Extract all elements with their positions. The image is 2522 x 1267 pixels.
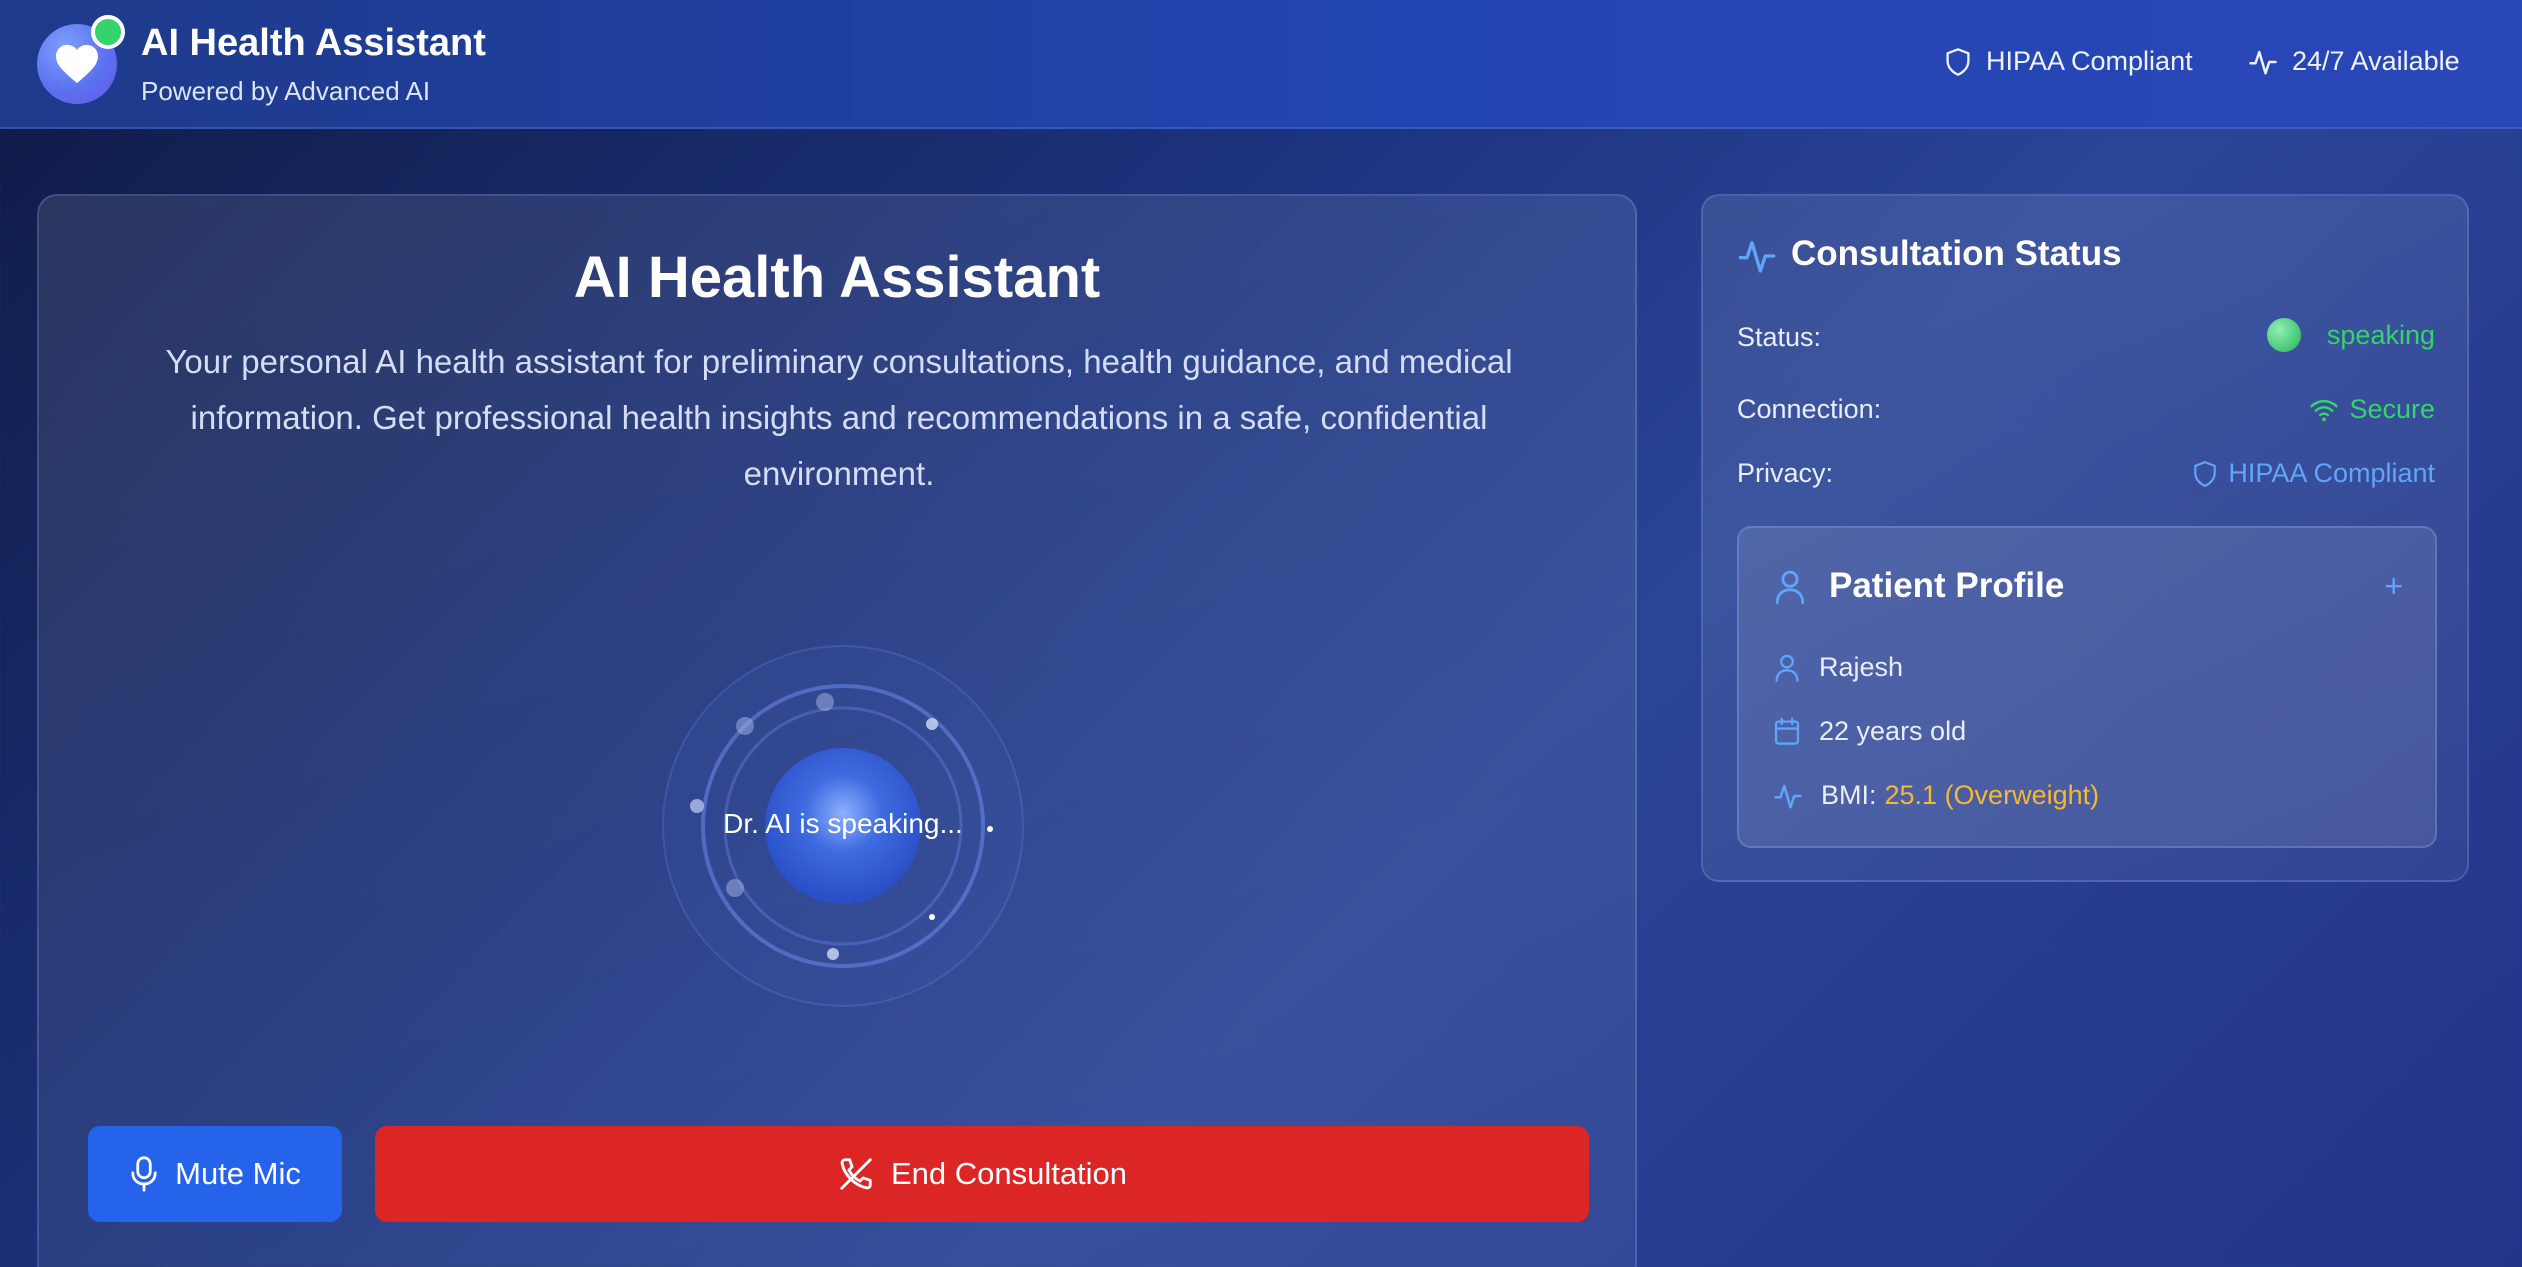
patient-profile-title: Patient Profile xyxy=(1829,566,2065,605)
privacy-label: Privacy: xyxy=(1737,458,1834,488)
shield-icon xyxy=(1946,47,1970,76)
mute-mic-label: Mute Mic xyxy=(175,1156,301,1191)
patient-bmi-row: BMI: 25.1 (Overweight) xyxy=(1773,780,2099,811)
wifi-icon xyxy=(2310,399,2339,421)
phone-off-icon xyxy=(840,1158,872,1190)
availability-badge-label: 24/7 Available xyxy=(2292,46,2460,76)
status-value: speaking xyxy=(2266,318,2435,352)
online-status-dot xyxy=(91,15,125,49)
privacy-value-text: HIPAA Compliant xyxy=(2228,458,2435,488)
hipaa-badge: HIPAA Compliant xyxy=(1944,46,2193,77)
activity-icon xyxy=(2249,50,2277,74)
activity-icon xyxy=(1774,784,1802,808)
consultation-status-title: Consultation Status xyxy=(1791,234,2122,273)
mute-mic-button[interactable]: Mute Mic xyxy=(88,1126,342,1222)
bmi-label: BMI: xyxy=(1821,780,1877,810)
status-label: Status: xyxy=(1737,322,1822,352)
page-description: Your personal AI health assistant for pr… xyxy=(165,343,1513,492)
connection-value: Secure xyxy=(2309,394,2435,425)
privacy-value: HIPAA Compliant xyxy=(2192,458,2435,489)
voice-orb: Dr. AI is speaking... xyxy=(653,636,1033,1016)
user-icon xyxy=(1775,570,1805,604)
status-value-text: speaking xyxy=(2326,319,2435,350)
calendar-icon xyxy=(1774,717,1800,745)
patient-age-row: 22 years old xyxy=(1773,716,1966,747)
connection-value-text: Secure xyxy=(2349,394,2435,424)
connection-label: Connection: xyxy=(1737,394,1882,424)
speaking-indicator: Dr. AI is speaking... xyxy=(723,808,963,839)
app-title: AI Health Assistant xyxy=(141,22,486,64)
end-consultation-button[interactable]: End Consultation xyxy=(375,1126,1589,1222)
page-title: AI Health Assistant xyxy=(573,245,1101,310)
patient-age: 22 years old xyxy=(1819,716,1967,746)
patient-name-row: Rajesh xyxy=(1773,652,1903,683)
app-subtitle: Powered by Advanced AI xyxy=(141,76,431,106)
patient-name: Rajesh xyxy=(1819,652,1904,682)
app-header: AI Health Assistant Powered by Advanced … xyxy=(0,0,2522,129)
shield-icon xyxy=(2194,460,2217,487)
end-consultation-label: End Consultation xyxy=(890,1156,1128,1191)
add-profile-button[interactable]: + xyxy=(2384,568,2403,605)
patient-profile-card: Patient Profile + Rajesh 22 years old BM… xyxy=(1737,526,2437,848)
microphone-icon xyxy=(131,1156,157,1192)
activity-icon xyxy=(1738,241,1776,273)
availability-badge: 24/7 Available xyxy=(2248,46,2460,77)
consultation-card: AI Health Assistant Your personal AI hea… xyxy=(37,194,1637,1267)
consultation-status-panel: Consultation Status Status: speaking Con… xyxy=(1701,194,2469,882)
bmi-value: 25.1 (Overweight) xyxy=(1884,780,2100,810)
hipaa-badge-label: HIPAA Compliant xyxy=(1986,46,2193,76)
status-indicator-dot xyxy=(2266,318,2301,352)
user-icon xyxy=(1775,654,1799,682)
